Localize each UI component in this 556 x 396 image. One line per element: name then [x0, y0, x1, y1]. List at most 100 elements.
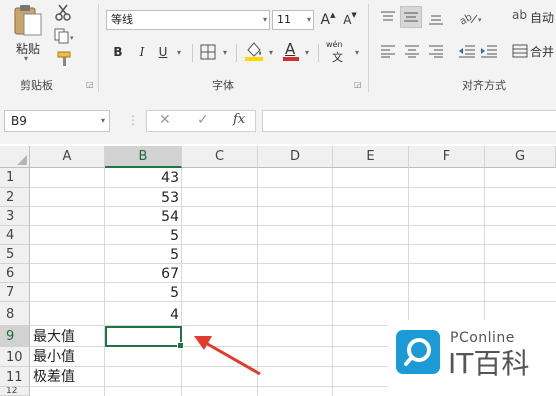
- row-header-11[interactable]: 11: [0, 367, 30, 387]
- cut-icon[interactable]: [54, 4, 72, 22]
- orientation-icon[interactable]: ab ▾: [458, 10, 484, 26]
- wrap-text-button[interactable]: ab 自动: [512, 8, 556, 28]
- watermark-brand: PConline: [450, 330, 515, 346]
- font-group-label: 字体: [212, 79, 234, 92]
- row-header-5[interactable]: 5: [0, 245, 30, 264]
- pconline-logo: [396, 330, 440, 374]
- shrink-font-button[interactable]: A ▼: [342, 10, 358, 30]
- active-cell-b9[interactable]: [105, 326, 184, 349]
- row-header-3[interactable]: 3: [0, 207, 30, 226]
- column-header-g[interactable]: G: [485, 146, 556, 168]
- column-header-d[interactable]: D: [258, 146, 333, 168]
- cell-b6[interactable]: 67: [105, 264, 182, 284]
- merge-label: 合并: [530, 45, 555, 59]
- bold-button[interactable]: B: [110, 42, 126, 62]
- cell-a11[interactable]: 极差值: [30, 367, 105, 387]
- enter-icon[interactable]: ✓: [197, 112, 209, 128]
- cell-b3[interactable]: 54: [105, 207, 182, 227]
- cell-b5[interactable]: 5: [105, 245, 182, 265]
- insert-function-button[interactable]: fx: [233, 112, 245, 127]
- underline-button[interactable]: U: [155, 42, 171, 62]
- align-right-icon[interactable]: [428, 44, 444, 58]
- fill-handle[interactable]: [177, 342, 184, 349]
- column-header-e[interactable]: E: [333, 146, 409, 168]
- dialog-launcher-icon[interactable]: ◲: [86, 80, 94, 89]
- cell-a10[interactable]: 最小值: [30, 347, 105, 367]
- name-box[interactable]: B9 ▾: [4, 110, 110, 132]
- italic-button[interactable]: I: [134, 42, 150, 62]
- font-color-dropdown-icon[interactable]: ▾: [302, 42, 312, 62]
- row-header-4[interactable]: 4: [0, 226, 30, 245]
- row-header-2[interactable]: 2: [0, 188, 30, 207]
- cell-b7[interactable]: 5: [105, 283, 182, 303]
- search-icon: [404, 338, 431, 366]
- font-color-letter: A: [285, 40, 296, 58]
- svg-text:▾: ▾: [70, 34, 74, 42]
- phonetic-dropdown-icon[interactable]: ▾: [352, 42, 362, 62]
- row-header-7[interactable]: 7: [0, 283, 30, 302]
- copy-icon[interactable]: ▾: [54, 28, 76, 44]
- align-middle-icon: [404, 12, 418, 22]
- align-bottom-icon[interactable]: [428, 12, 444, 26]
- row-header-8[interactable]: 8: [0, 302, 30, 326]
- column-header-f[interactable]: F: [409, 146, 485, 168]
- align-center-icon[interactable]: [404, 44, 420, 58]
- ribbon-separator: [368, 4, 369, 92]
- font-color-bar: [283, 57, 299, 61]
- row-header-6[interactable]: 6: [0, 264, 30, 283]
- ribbon: 粘贴 ▾ ▾ 剪贴板 ◲ 等线 ▾ 11 ▾ A▲ A▼ B I U ▾ ▾: [0, 0, 556, 101]
- cell-b2[interactable]: 53: [105, 188, 182, 208]
- select-all-icon: [17, 155, 27, 165]
- phonetic-guide-label: wén: [326, 40, 343, 49]
- increase-indent-icon[interactable]: [480, 44, 498, 58]
- column-header-c[interactable]: C: [182, 146, 258, 168]
- align-middle-button[interactable]: [400, 6, 422, 28]
- row-header-10[interactable]: 10: [0, 347, 30, 367]
- align-top-icon[interactable]: [380, 10, 396, 24]
- cell-b4[interactable]: 5: [105, 226, 182, 246]
- paste-button[interactable]: 粘贴 ▾: [10, 4, 46, 64]
- font-name-value: 等线: [111, 13, 133, 26]
- phonetic-guide-button[interactable]: wén 文: [326, 40, 350, 64]
- wrap-text-label: 自动: [530, 11, 555, 25]
- shrink-font-label: A: [343, 13, 352, 27]
- chevron-down-icon: ▾: [100, 116, 105, 125]
- alignment-group-label: 对齐方式: [462, 79, 506, 92]
- select-all-corner[interactable]: [0, 146, 30, 168]
- ribbon-separator: [192, 44, 193, 62]
- borders-icon[interactable]: [200, 44, 216, 60]
- font-size-value: 11: [277, 13, 291, 26]
- chevron-down-icon: ▾: [262, 15, 267, 24]
- chevron-down-icon: ▾: [306, 15, 311, 24]
- chevron-down-icon: ▾: [24, 54, 29, 63]
- dialog-launcher-icon[interactable]: ◲: [354, 80, 362, 89]
- decrease-indent-icon[interactable]: [458, 44, 476, 58]
- underline-dropdown-icon[interactable]: ▾: [174, 42, 184, 62]
- fill-color-dropdown-icon[interactable]: ▾: [266, 42, 276, 62]
- cancel-icon[interactable]: ✕: [159, 112, 171, 128]
- wrap-text-icon: ab: [512, 8, 527, 22]
- grow-font-button[interactable]: A ▲: [320, 10, 336, 30]
- format-painter-icon[interactable]: [56, 51, 74, 67]
- font-color-button[interactable]: A: [282, 40, 300, 62]
- clipboard-group-label: 剪贴板: [20, 79, 53, 92]
- row-header-1[interactable]: 1: [0, 168, 30, 188]
- svg-text:ab: ab: [458, 12, 474, 26]
- font-name-combo[interactable]: 等线 ▾: [106, 10, 270, 30]
- font-size-combo[interactable]: 11 ▾: [272, 10, 314, 30]
- merge-center-button[interactable]: 合并: [512, 42, 556, 62]
- annotation-arrow-icon: [194, 336, 261, 376]
- cell-b1[interactable]: 43: [105, 168, 182, 188]
- grow-font-label: A: [320, 12, 331, 28]
- borders-dropdown-icon[interactable]: ▾: [220, 42, 230, 62]
- row-header-12[interactable]: 12: [0, 387, 30, 396]
- phonetic-guide-glyph: 文: [332, 51, 343, 64]
- row-header-9[interactable]: 9: [0, 326, 30, 347]
- fill-color-icon[interactable]: [244, 40, 264, 62]
- align-left-icon[interactable]: [380, 44, 396, 58]
- column-header-b[interactable]: B: [105, 146, 182, 168]
- cell-b8[interactable]: 4: [105, 305, 182, 325]
- column-header-a[interactable]: A: [30, 146, 105, 168]
- cell-a9[interactable]: 最大值: [30, 327, 105, 347]
- formula-input[interactable]: [262, 110, 556, 132]
